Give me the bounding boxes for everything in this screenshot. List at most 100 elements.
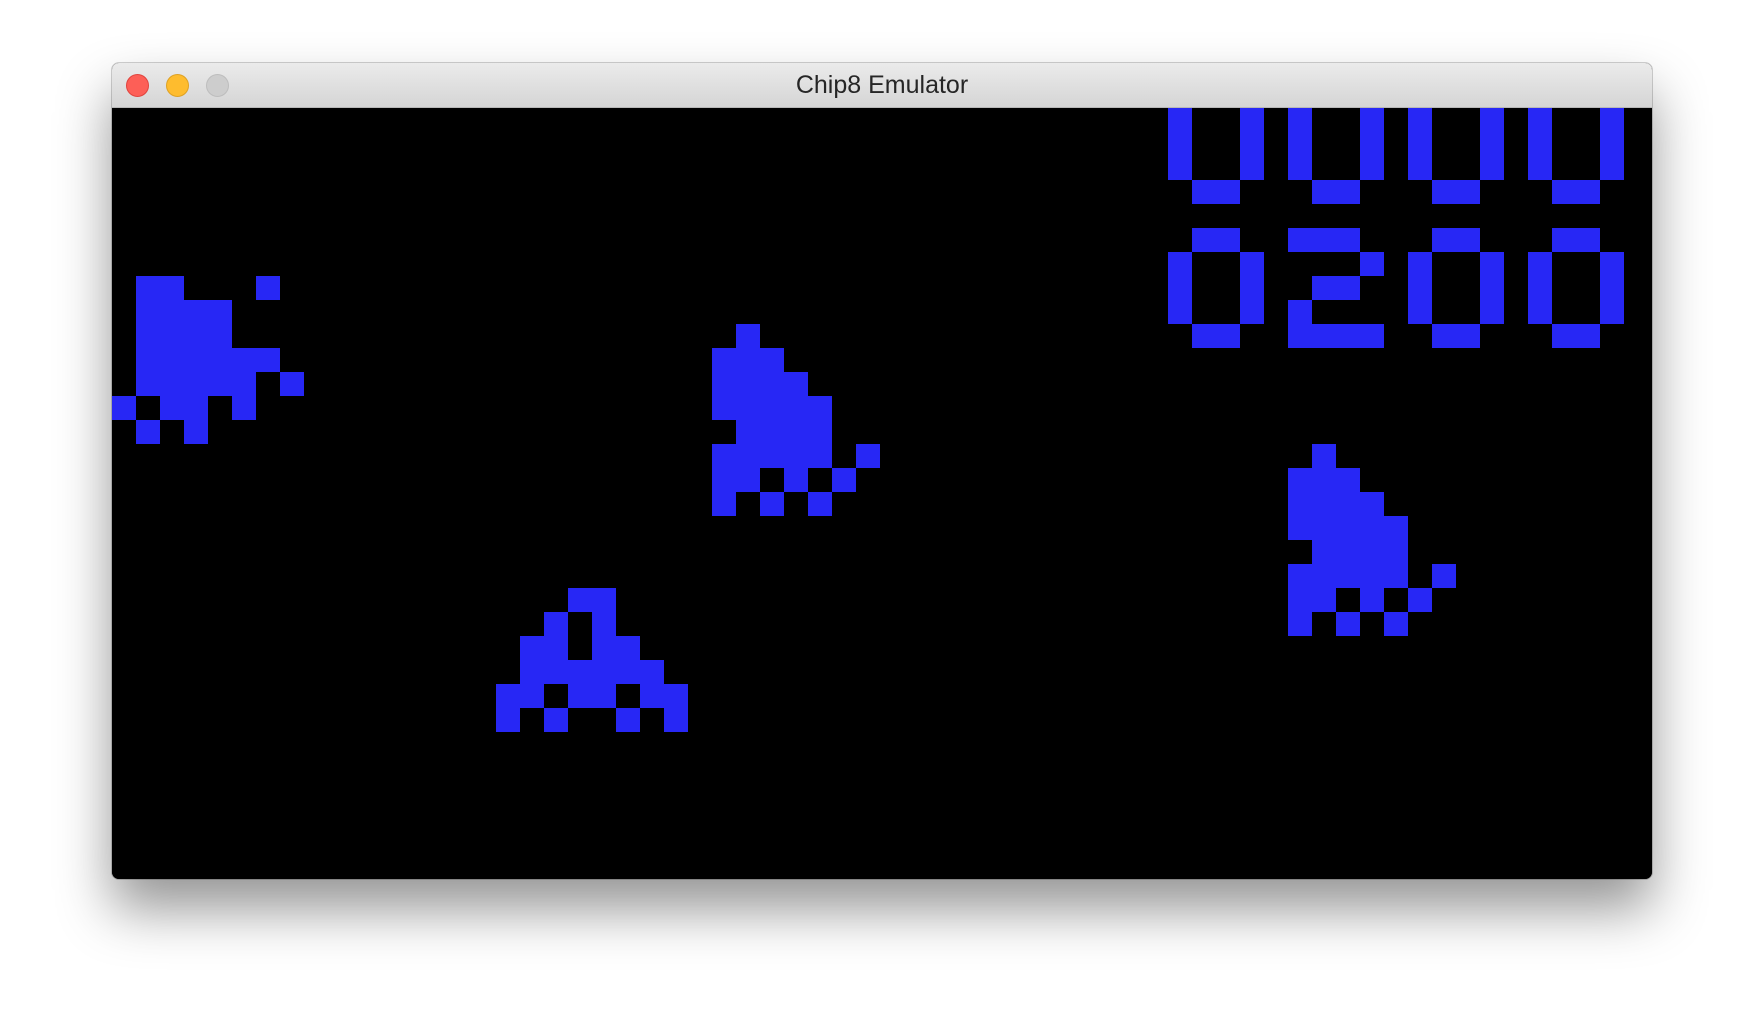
pixel [1384,612,1408,636]
pixel [1336,516,1360,540]
pixel [640,684,664,708]
pixel [1480,276,1504,300]
pixel [1600,252,1624,276]
pixel [1576,180,1600,204]
pixel [1240,156,1264,180]
pixel [160,276,184,300]
pixel [1384,564,1408,588]
pixel [1360,324,1384,348]
pixel [1528,300,1552,324]
pixel [1336,276,1360,300]
pixel [568,684,592,708]
pixel [232,372,256,396]
pixel [1240,300,1264,324]
pixel [784,420,808,444]
pixel [256,276,280,300]
pixel [1336,564,1360,588]
pixel [1216,324,1240,348]
pixel [1192,228,1216,252]
pixel [1480,108,1504,132]
pixel [544,612,568,636]
pixel [1336,540,1360,564]
pixel [1336,612,1360,636]
score-row-bottom: 0200 [112,126,144,143]
pixel [1312,492,1336,516]
pixel [1336,180,1360,204]
pixel [1456,228,1480,252]
pixel [280,372,304,396]
pixel [1456,180,1480,204]
pixel [160,396,184,420]
pixel [1360,156,1384,180]
pixel [1528,156,1552,180]
pixel [160,348,184,372]
pixel [208,348,232,372]
pixel [256,348,280,372]
pixel [1336,492,1360,516]
pixel [808,396,832,420]
pixel [1600,276,1624,300]
pixel [1168,300,1192,324]
pixel [1312,444,1336,468]
pixel [136,276,160,300]
pixel [160,372,184,396]
pixel [1168,252,1192,276]
pixel [184,396,208,420]
pixel [1240,252,1264,276]
emulator-window: Chip8 Emulator 0000 0200 [112,63,1652,879]
pixel [1288,300,1312,324]
pixel [136,372,160,396]
pixel [1600,108,1624,132]
pixel [1408,588,1432,612]
pixel [1408,108,1432,132]
pixel [1360,492,1384,516]
pixel [1288,516,1312,540]
pixel [112,396,136,420]
pixel [520,684,544,708]
pixel [760,348,784,372]
pixel [1528,132,1552,156]
pixel [1432,324,1456,348]
pixel [1408,276,1432,300]
pixel [136,420,160,444]
pixel [1288,108,1312,132]
pixel [1168,132,1192,156]
pixel [1168,108,1192,132]
pixel [1432,564,1456,588]
pixel [1408,252,1432,276]
pixel [184,300,208,324]
pixel [136,348,160,372]
pixel [1600,156,1624,180]
pixel [1360,108,1384,132]
pixel [1288,468,1312,492]
pixel [664,708,688,732]
pixel [1360,132,1384,156]
pixel [184,324,208,348]
pixel [760,444,784,468]
pixel [784,396,808,420]
pixel [592,636,616,660]
pixel [1192,324,1216,348]
pixel [1576,228,1600,252]
pixel [1168,276,1192,300]
pixel [1288,228,1312,252]
pixel [160,300,184,324]
pixel [208,324,232,348]
pixel [520,660,544,684]
pixel [1336,324,1360,348]
title-bar[interactable]: Chip8 Emulator [112,63,1652,108]
pixel [784,468,808,492]
pixel [1456,324,1480,348]
pixel [736,420,760,444]
pixel [1360,252,1384,276]
pixel [1408,300,1432,324]
pixel [712,468,736,492]
pixel [1288,492,1312,516]
pixel [760,372,784,396]
pixel [1360,516,1384,540]
pixel [1600,300,1624,324]
pixel [1312,276,1336,300]
pixel [760,420,784,444]
pixel [1312,564,1336,588]
pixel [1552,228,1576,252]
